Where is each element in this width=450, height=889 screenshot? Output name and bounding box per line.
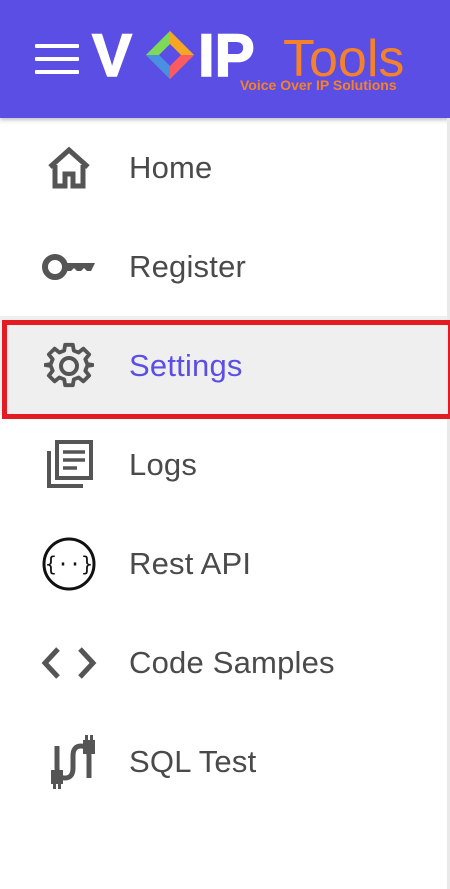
api-braces-icon: {··}	[38, 533, 100, 595]
sidebar-item-home[interactable]: Home	[0, 118, 447, 217]
key-icon	[38, 236, 100, 298]
home-icon	[38, 137, 100, 199]
sidebar-item-label: Code Samples	[129, 644, 335, 680]
sidebar-item-label: Rest API	[129, 545, 252, 581]
sidebar-item-label: Settings	[129, 347, 243, 383]
sidebar-item-settings[interactable]: Settings	[0, 316, 447, 415]
sidebar-item-code-samples[interactable]: Code Samples	[0, 613, 447, 712]
logo-letter-v: V	[92, 22, 132, 89]
code-icon	[38, 632, 100, 694]
sidebar-nav: Home Register Settings Logs {··} Rest AP…	[0, 118, 447, 811]
brand-logo[interactable]: V IP Tools Voice Over IP Solutions	[90, 22, 440, 102]
sidebar-item-label: Register	[129, 248, 247, 284]
gear-icon	[38, 335, 100, 397]
logo-diamond-mark	[146, 31, 194, 79]
sidebar-item-sql-test[interactable]: SQL Test	[0, 712, 447, 811]
app-window: V IP Tools Voice Over IP Solutions Home …	[0, 0, 450, 889]
logs-icon	[38, 434, 100, 496]
sidebar-item-logs[interactable]: Logs	[0, 415, 447, 514]
hamburger-menu-icon[interactable]	[35, 44, 79, 74]
sidebar-item-register[interactable]: Register	[0, 217, 447, 316]
cable-plug-icon	[38, 731, 100, 793]
svg-text:{··}: {··}	[45, 552, 93, 576]
sidebar-item-rest-api[interactable]: {··} Rest API	[0, 514, 447, 613]
sidebar-item-label: SQL Test	[129, 743, 257, 779]
app-header: V IP Tools Voice Over IP Solutions	[0, 0, 450, 118]
sidebar-item-label: Home	[129, 149, 213, 185]
sidebar-item-label: Logs	[129, 446, 198, 482]
logo-tagline: Voice Over IP Solutions	[240, 77, 397, 93]
